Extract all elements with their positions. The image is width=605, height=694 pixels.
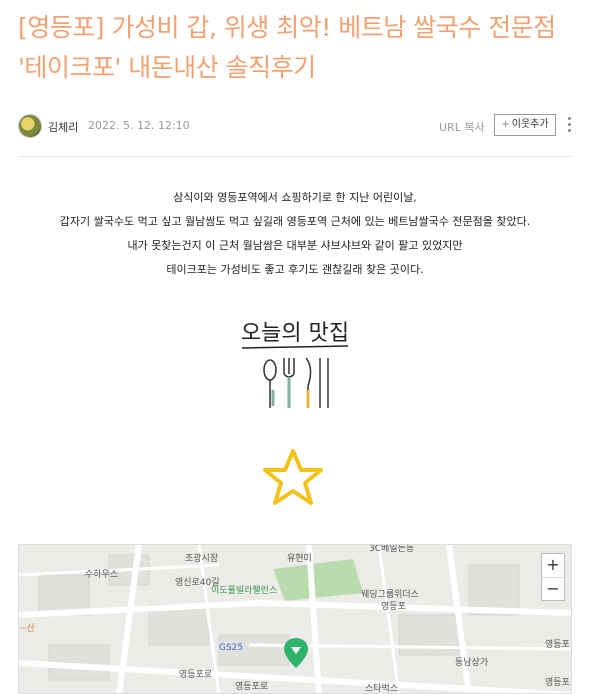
map-label: 3C베일든동 xyxy=(369,544,415,554)
map-label: 이도풀빌라팰런스 xyxy=(211,586,278,596)
utensils-icon xyxy=(263,357,329,408)
map-label: 스타벅스 xyxy=(365,684,399,694)
divider xyxy=(18,156,572,157)
more-options-icon[interactable] xyxy=(566,115,574,135)
todays-matjip-sticker: 오늘의 맛집 xyxy=(241,321,349,408)
post-meta: 김체리 2022. 5. 12. 12:10 URL 복사 + 이웃추가 xyxy=(18,114,578,140)
post-title-line-1: [영등포] 가성비 갑, 위생 최악! 베트남 쌀국수 전문점 xyxy=(18,13,556,42)
avatar[interactable] xyxy=(18,114,42,138)
map-label: 영등포 xyxy=(545,640,570,650)
map-label: 조광시장 xyxy=(185,554,219,564)
body-line: 삼식이와 영등포역에서 쇼핑하기로 한 지난 어린이날, xyxy=(173,191,417,204)
post-date: 2022. 5. 12. 12:10 xyxy=(88,119,190,132)
add-neighbor-label: 이웃추가 xyxy=(511,119,549,130)
star-icon xyxy=(263,449,323,505)
map-label: 영등포로 xyxy=(179,670,213,680)
body-line: 내가 못찾는건지 이 근처 월남쌈은 대부분 샤브샤브와 같이 팔고 있었지만 xyxy=(127,239,463,252)
post-title-line-2: '테이크포' 내돈내산 솔직후기 xyxy=(18,53,316,82)
map-label: 영등포 xyxy=(381,602,406,612)
map-label: GS25 xyxy=(219,643,244,653)
location-map[interactable]: 조광시장 유현미 3C베일든동 수하우스 영신로40길 이도풀빌라팰런스 웨딩그… xyxy=(18,544,572,694)
map-zoom-control: + − xyxy=(541,553,565,601)
location-pin-icon[interactable] xyxy=(283,637,309,669)
map-label: 동남상가 xyxy=(455,658,489,668)
body-line: 갑자기 쌀국수도 먹고 싶고 월남쌈도 먹고 싶길래 영등포역 근처에 있는 베… xyxy=(59,215,531,228)
zoom-in-button[interactable]: + xyxy=(542,554,564,578)
post-title: [영등포] 가성비 갑, 위생 최악! 베트남 쌀국수 전문점 '테이크포' 내… xyxy=(18,8,588,88)
map-label: 영등포 xyxy=(545,678,570,688)
map-label: 영등포로 xyxy=(235,682,269,692)
post-body: 삼식이와 영등포역에서 쇼핑하기로 한 지난 어린이날, 갑자기 쌀국수도 먹고… xyxy=(18,186,572,282)
body-line: 테이크포는 가성비도 좋고 후기도 괜찮길래 찾은 곳이다. xyxy=(166,263,424,276)
url-copy-button[interactable]: URL 복사 xyxy=(439,119,485,135)
map-label: 유현미 xyxy=(287,554,312,564)
sticker-text: 오늘의 맛집 xyxy=(241,321,349,346)
plus-icon: + xyxy=(501,119,510,130)
map-label: 수하우스 xyxy=(85,570,119,580)
zoom-out-button[interactable]: − xyxy=(542,578,564,601)
add-neighbor-button[interactable]: + 이웃추가 xyxy=(494,114,556,136)
author-name[interactable]: 김체리 xyxy=(48,119,78,135)
map-label: ~산 xyxy=(19,624,35,634)
